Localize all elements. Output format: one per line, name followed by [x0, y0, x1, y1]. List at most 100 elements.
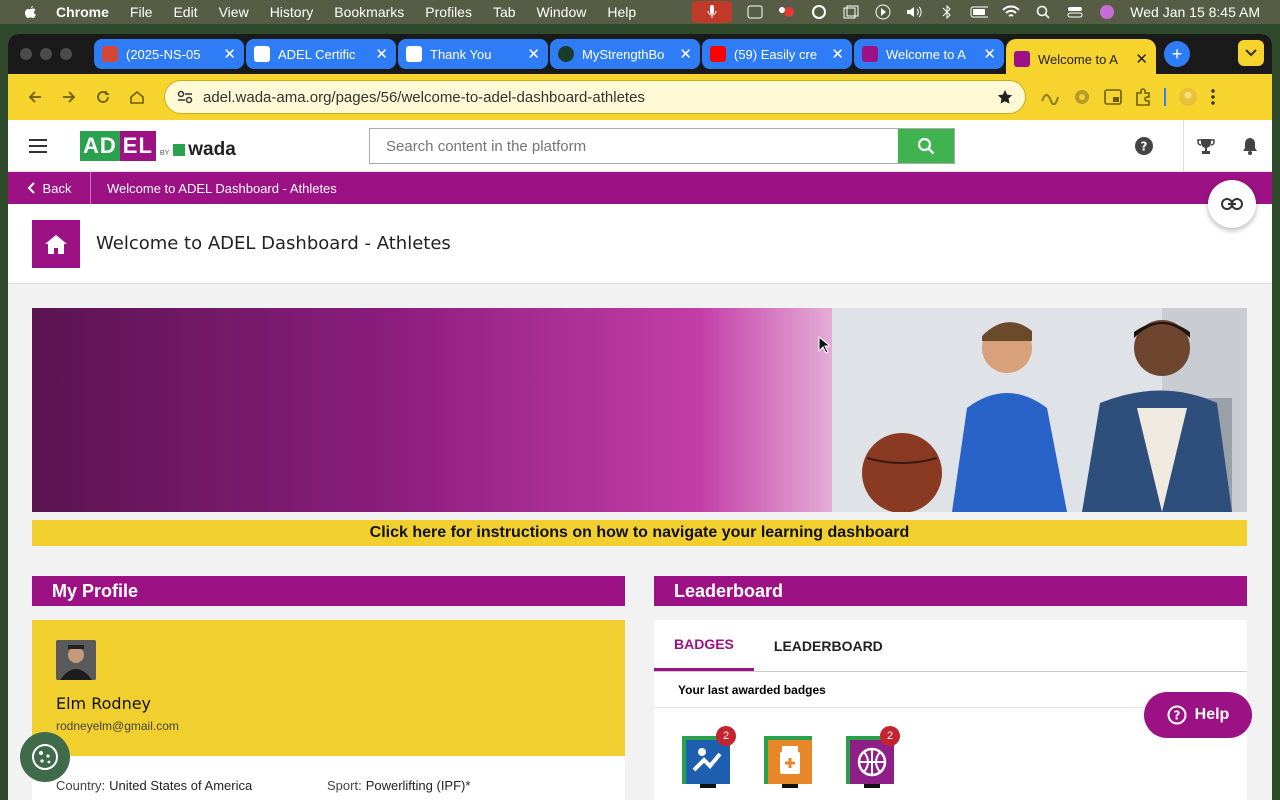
- hamburger-menu-icon[interactable]: [8, 138, 68, 153]
- gmail-icon: [102, 46, 118, 62]
- globe-badge-icon[interactable]: 2: [846, 726, 900, 788]
- close-tab-icon[interactable]: ✕: [527, 45, 540, 63]
- help-circle-icon: ?: [1167, 705, 1187, 725]
- adel-icon: [862, 46, 878, 62]
- wifi-icon[interactable]: [1002, 4, 1021, 20]
- address-url[interactable]: adel.wada-ama.org/pages/56/welcome-to-ad…: [203, 89, 997, 106]
- menu-app-chrome[interactable]: Chrome: [56, 4, 109, 20]
- youtube-icon: [710, 46, 726, 62]
- close-tab-icon[interactable]: ✕: [1135, 50, 1148, 68]
- close-tab-icon[interactable]: ✕: [983, 45, 996, 63]
- search-input[interactable]: [370, 129, 898, 163]
- menu-bookmarks[interactable]: Bookmarks: [334, 4, 404, 20]
- record-icon[interactable]: [778, 4, 796, 20]
- browser-tab-6[interactable]: Welcome to A ✕: [854, 39, 1004, 69]
- copy-link-button[interactable]: [1208, 180, 1256, 228]
- browser-tab-5[interactable]: (59) Easily cre ✕: [702, 39, 852, 69]
- profile-avatar-icon[interactable]: [1178, 87, 1198, 107]
- apple-icon[interactable]: [22, 4, 38, 20]
- trophy-icon[interactable]: [1184, 137, 1228, 155]
- chevron-down-icon: [1245, 49, 1257, 57]
- avatar[interactable]: [56, 640, 96, 680]
- close-tab-icon[interactable]: ✕: [223, 45, 236, 63]
- menu-view[interactable]: View: [219, 4, 249, 20]
- bookmark-star-icon[interactable]: [997, 89, 1013, 105]
- browser-tab-1[interactable]: (2025-NS-05 ✕: [94, 39, 244, 69]
- window-controls: [20, 48, 72, 60]
- menu-help[interactable]: Help: [607, 4, 636, 20]
- play-icon[interactable]: [874, 4, 892, 20]
- close-tab-icon[interactable]: ✕: [375, 45, 388, 63]
- volume-icon[interactable]: [906, 4, 924, 20]
- adel-logo[interactable]: AD EL BY wada: [80, 130, 236, 161]
- my-profile-heading: My Profile: [32, 576, 625, 606]
- new-tab-button[interactable]: +: [1164, 41, 1190, 67]
- screenshot-icon[interactable]: [746, 4, 764, 20]
- web-page: ADEL BY wada ? Back Welcome to ADEL Dash…: [8, 120, 1272, 800]
- toolbar-divider: [1164, 88, 1166, 106]
- minimize-window-button[interactable]: [40, 48, 52, 60]
- notification-bell-icon[interactable]: [1228, 137, 1272, 155]
- windows-icon[interactable]: [842, 4, 860, 20]
- address-bar[interactable]: adel.wada-ama.org/pages/56/welcome-to-ad…: [164, 80, 1026, 114]
- svg-text:?: ?: [1141, 140, 1148, 154]
- home-page-icon[interactable]: [32, 219, 80, 268]
- tab-leaderboard[interactable]: LEADERBOARD: [754, 620, 903, 671]
- extensions-puzzle-icon[interactable]: [1134, 88, 1152, 106]
- chevron-left-icon: [27, 182, 35, 194]
- menu-edit[interactable]: Edit: [173, 4, 197, 20]
- close-tab-icon[interactable]: ✕: [831, 45, 844, 63]
- certificate-icon: [254, 46, 270, 62]
- tab-search-button[interactable]: [1238, 40, 1264, 66]
- browser-tab-active[interactable]: Welcome to A ✕: [1006, 39, 1156, 79]
- athlete-badge-icon[interactable]: 2: [682, 726, 736, 788]
- bluetooth-icon[interactable]: [938, 4, 956, 20]
- microphone-icon[interactable]: [692, 1, 733, 23]
- menu-window[interactable]: Window: [537, 4, 587, 20]
- page-title-bar: Welcome to ADEL Dashboard - Athletes: [8, 204, 1272, 284]
- tab-badges[interactable]: BADGES: [654, 620, 754, 671]
- back-icon[interactable]: [18, 82, 52, 112]
- mouse-cursor-icon: [818, 336, 830, 354]
- site-settings-icon[interactable]: [177, 90, 193, 104]
- home-icon[interactable]: [120, 82, 154, 112]
- search-icon: [917, 137, 935, 155]
- medication-badge-icon[interactable]: [764, 734, 816, 788]
- instructions-link[interactable]: Click here for instructions on how to na…: [32, 520, 1247, 546]
- help-button[interactable]: ? Help: [1144, 692, 1252, 738]
- zoom-window-button[interactable]: [60, 48, 72, 60]
- browser-tab-2[interactable]: ADEL Certific ✕: [246, 39, 396, 69]
- reload-icon[interactable]: [86, 82, 120, 112]
- close-window-button[interactable]: [20, 48, 32, 60]
- browser-tab-3[interactable]: Thank You ✕: [398, 39, 548, 69]
- tab-title: Welcome to A: [1038, 51, 1118, 67]
- profile-country: Country: United States of America: [56, 778, 327, 793]
- menubar-status-area: Wed Jan 15 8:45 AM: [692, 1, 1270, 23]
- battery-icon[interactable]: [970, 4, 989, 20]
- back-button[interactable]: Back: [8, 172, 91, 204]
- menu-history[interactable]: History: [270, 4, 314, 20]
- more-menu-icon[interactable]: [1210, 88, 1216, 106]
- menu-profiles[interactable]: Profiles: [425, 4, 472, 20]
- forward-icon[interactable]: [52, 82, 86, 112]
- browser-tab-4[interactable]: MyStrengthBo ✕: [550, 39, 700, 69]
- extension-wave-icon[interactable]: [1040, 89, 1060, 105]
- menubar-clock[interactable]: Wed Jan 15 8:45 AM: [1130, 4, 1260, 20]
- close-tab-icon[interactable]: ✕: [679, 45, 692, 63]
- siri-icon[interactable]: [1098, 4, 1116, 20]
- browser-window: (2025-NS-05 ✕ ADEL Certific ✕ Thank You ✕ M…: [8, 34, 1272, 800]
- tab-title: ADEL Certific: [278, 46, 356, 62]
- profile-name: Elm Rodney: [56, 694, 152, 713]
- site-header: ADEL BY wada ?: [8, 120, 1272, 172]
- picture-in-picture-icon[interactable]: [1104, 89, 1122, 105]
- search-button[interactable]: [898, 129, 954, 163]
- extension-gear-icon[interactable]: [1072, 87, 1092, 107]
- spotlight-search-icon[interactable]: [1034, 4, 1052, 20]
- cookie-settings-button[interactable]: [20, 732, 70, 782]
- control-center-icon[interactable]: [1066, 4, 1084, 20]
- creative-cloud-icon[interactable]: [810, 4, 828, 20]
- logo-part-el: EL: [119, 130, 156, 161]
- menu-tab[interactable]: Tab: [493, 4, 516, 20]
- menu-file[interactable]: File: [130, 4, 153, 20]
- help-question-icon[interactable]: ?: [1135, 137, 1153, 155]
